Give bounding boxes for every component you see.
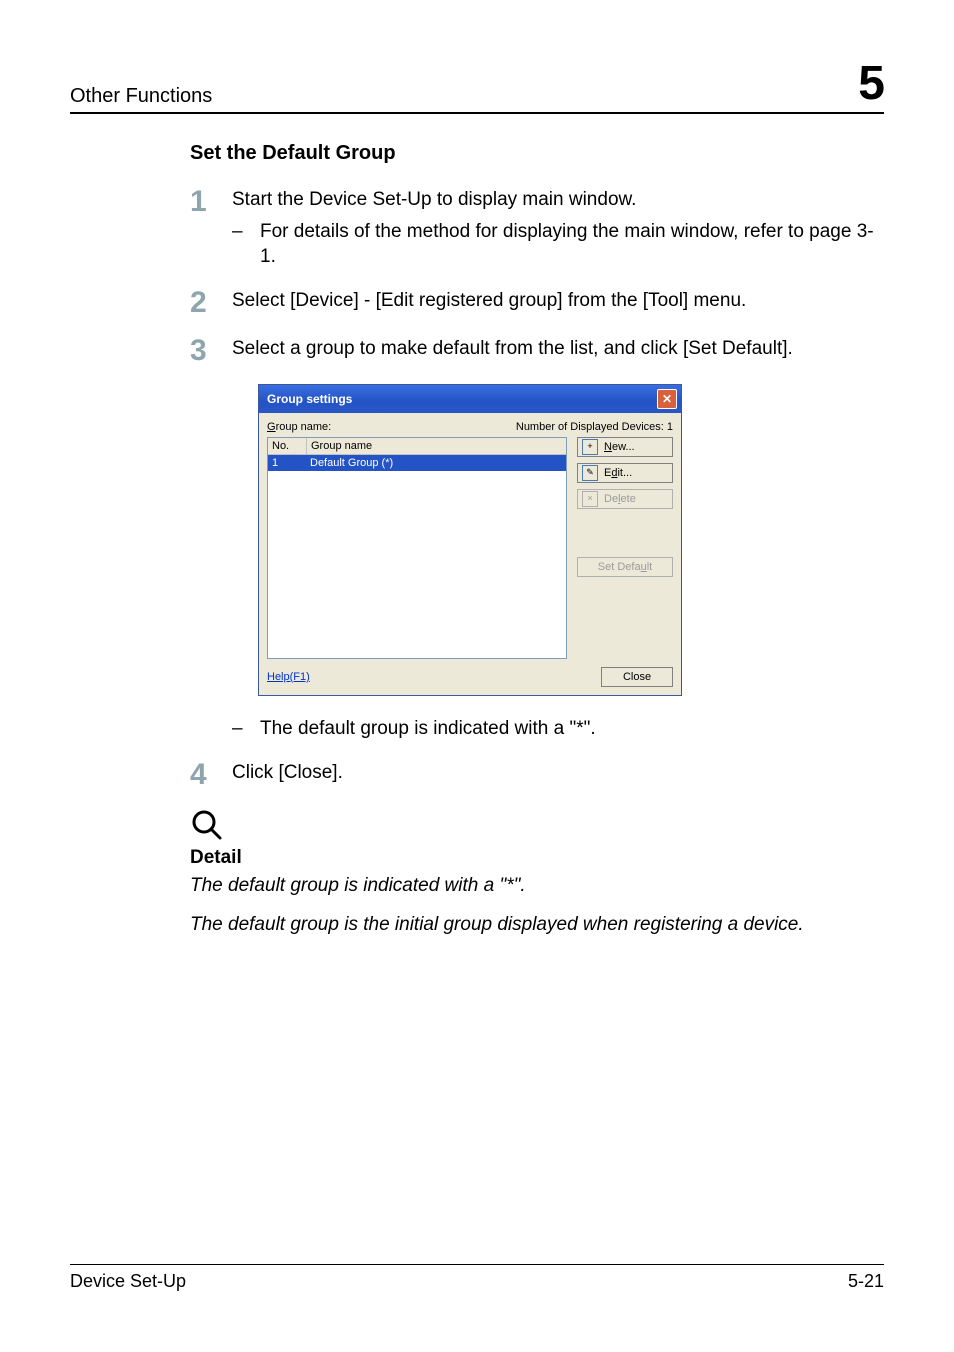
row-name: Default Group (*) [306, 455, 566, 471]
displayed-devices-label: Number of Displayed Devices: 1 [516, 421, 673, 433]
step-3-text: Select a group to make default from the … [232, 336, 793, 362]
col-no-header: No. [268, 438, 307, 454]
dash-icon: – [232, 716, 260, 742]
row-no: 1 [268, 455, 306, 471]
delete-icon: × [582, 491, 598, 507]
step-2-text: Select [Device] - [Edit registered group… [232, 288, 746, 314]
delete-button[interactable]: × Delete [577, 489, 673, 509]
group-name-label: Group name: [267, 421, 331, 433]
list-header: No. Group name [268, 438, 566, 455]
new-icon: + [582, 439, 598, 455]
dash-icon: – [232, 219, 260, 270]
close-button[interactable]: Close [601, 667, 673, 687]
edit-button[interactable]: ✎ Edit... [577, 463, 673, 483]
help-link[interactable]: Help(F1) [267, 671, 310, 683]
dialog-title: Group settings [267, 392, 352, 406]
step-3: 3 Select a group to make default from th… [190, 336, 884, 366]
chapter-number: 5 [858, 60, 884, 108]
detail-heading: Detail [190, 847, 884, 869]
page-header: Other Functions 5 [70, 60, 884, 114]
page-footer: Device Set-Up 5-21 [70, 1264, 884, 1292]
step-4: 4 Click [Close]. [190, 760, 884, 790]
edit-icon: ✎ [582, 465, 598, 481]
step-number: 4 [190, 760, 232, 790]
detail-line-1: The default group is indicated with a "*… [190, 873, 884, 899]
group-list[interactable]: No. Group name 1 Default Group (*) [267, 437, 567, 659]
set-default-button[interactable]: Set Default [577, 557, 673, 577]
step-3-sub: The default group is indicated with a "*… [260, 716, 596, 742]
detail-line-2: The default group is the initial group d… [190, 912, 884, 938]
step-1-text: Start the Device Set-Up to display main … [232, 187, 884, 213]
footer-right: 5-21 [848, 1271, 884, 1292]
list-row-selected[interactable]: 1 Default Group (*) [268, 455, 566, 471]
section-title: Set the Default Group [190, 142, 884, 165]
magnifier-icon [190, 808, 884, 847]
step-number: 2 [190, 288, 232, 318]
step-number: 1 [190, 187, 232, 270]
dialog-close-button[interactable]: ✕ [657, 389, 677, 409]
step-1: 1 Start the Device Set-Up to display mai… [190, 187, 884, 270]
step-number: 3 [190, 336, 232, 366]
group-settings-dialog: Group settings ✕ Group name: Number of D… [258, 384, 682, 696]
step-2: 2 Select [Device] - [Edit registered gro… [190, 288, 884, 318]
footer-left: Device Set-Up [70, 1271, 186, 1292]
step-4-text: Click [Close]. [232, 760, 343, 786]
step-1-sub: For details of the method for displaying… [260, 219, 884, 270]
header-section: Other Functions [70, 85, 212, 108]
new-button[interactable]: + New... [577, 437, 673, 457]
col-name-header: Group name [307, 438, 566, 454]
dialog-titlebar[interactable]: Group settings ✕ [259, 385, 681, 413]
